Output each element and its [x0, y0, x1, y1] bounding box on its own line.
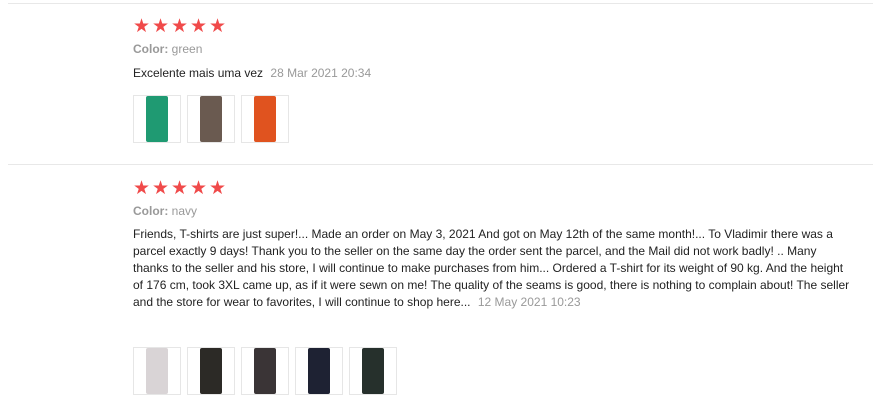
color-value: navy: [171, 204, 198, 218]
review-2: ★ ★ ★ ★ ★ Color: navy Friends, T-shirts …: [133, 178, 853, 311]
rating-stars: ★ ★ ★ ★ ★: [133, 178, 853, 199]
review-divider: [8, 164, 873, 165]
photo-thumbnail[interactable]: [295, 347, 343, 395]
review-date: 28 Mar 2021 20:34: [270, 66, 372, 80]
star-icon: ★: [190, 178, 208, 199]
star-icon: ★: [133, 16, 151, 37]
color-label: Color:: [133, 42, 169, 56]
review-2-photos: [133, 347, 397, 395]
star-icon: ★: [209, 178, 227, 199]
photo-thumbnail[interactable]: [187, 95, 235, 143]
color-info: Color: green: [133, 42, 853, 56]
photo-green-orange-shirt: [200, 96, 222, 142]
star-icon: ★: [152, 16, 170, 37]
photo-thumbnail[interactable]: [241, 347, 289, 395]
star-icon: ★: [133, 178, 151, 199]
photo-thumbnail[interactable]: [133, 347, 181, 395]
color-info: Color: navy: [133, 204, 853, 218]
photo-thumbnail[interactable]: [133, 95, 181, 143]
photo-dark-shirt-1: [200, 348, 222, 394]
photo-thumbnail[interactable]: [187, 347, 235, 395]
photo-black-shirt: [362, 348, 384, 394]
photo-thumbnail[interactable]: [349, 347, 397, 395]
star-icon: ★: [171, 178, 189, 199]
review-body: Excelente mais uma vez: [133, 66, 264, 80]
review-text: Friends, T-shirts are just super!... Mad…: [133, 226, 853, 311]
review-1-photos: [133, 95, 289, 143]
top-divider: [8, 3, 873, 4]
photo-thumbnail[interactable]: [241, 95, 289, 143]
star-icon: ★: [190, 16, 208, 37]
star-icon: ★: [152, 178, 170, 199]
review-date: 12 May 2021 10:23: [477, 295, 581, 309]
photo-dark-shirt-2: [254, 348, 276, 394]
photo-package: [146, 348, 168, 394]
color-value: green: [171, 42, 203, 56]
star-icon: ★: [171, 16, 189, 37]
photo-green-shirt: [146, 96, 168, 142]
review-1: ★ ★ ★ ★ ★ Color: green Excelente mais um…: [133, 16, 853, 82]
rating-stars: ★ ★ ★ ★ ★: [133, 16, 853, 37]
photo-navy-shirt: [308, 348, 330, 394]
photo-orange-shirt: [254, 96, 276, 142]
color-label: Color:: [133, 204, 169, 218]
review-text: Excelente mais uma vez 28 Mar 2021 20:34: [133, 65, 853, 82]
star-icon: ★: [209, 16, 227, 37]
